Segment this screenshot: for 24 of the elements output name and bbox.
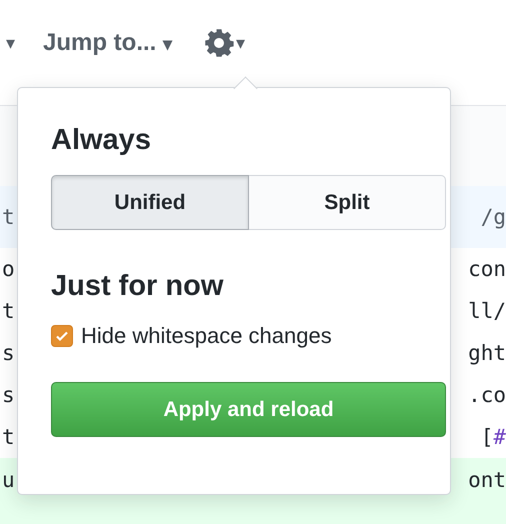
- settings-menu[interactable]: ▾: [204, 28, 245, 58]
- view-mode-toggle[interactable]: Split: [249, 175, 446, 230]
- section-heading: Just for now: [51, 270, 224, 303]
- code-text: o: [2, 257, 15, 281]
- jump-to-menu[interactable]: Jump to... ▾: [43, 28, 172, 56]
- checkbox[interactable]: [51, 325, 73, 347]
- checkbox-label: Hide whitespace changes: [81, 323, 332, 349]
- code-text: .co: [468, 383, 506, 407]
- code-text: ght: [468, 341, 506, 365]
- code-text: u: [2, 468, 15, 492]
- settings-icon: [204, 28, 234, 58]
- code-text: [#: [480, 425, 506, 449]
- section-heading: Always: [51, 124, 152, 157]
- code-text: t: [2, 425, 15, 449]
- code-text: con: [468, 257, 506, 281]
- code-text: /g: [480, 205, 506, 229]
- code-text: s: [2, 383, 15, 407]
- code-text: ont: [468, 468, 506, 492]
- code-text: s: [2, 341, 15, 365]
- code-text: ll/: [468, 299, 506, 323]
- view-mode-toggle[interactable]: Unified: [51, 175, 249, 230]
- code-text: t: [2, 299, 15, 323]
- code-text: t: [2, 205, 15, 229]
- caret-icon[interactable]: ▾: [6, 32, 15, 54]
